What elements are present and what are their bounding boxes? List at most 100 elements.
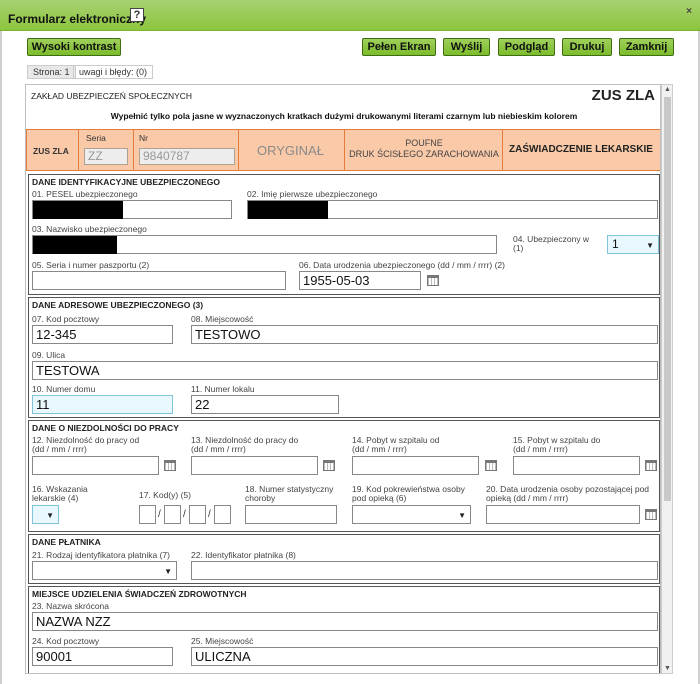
help-icon[interactable]: ?	[130, 8, 144, 22]
section-payer: DANE PŁATNIKA 21. Rodzaj identyfikatora …	[28, 534, 660, 584]
codes-label: 17. Kod(y) (5)	[139, 490, 191, 500]
incapacity-to-label: 13. Niezdolność do pracy do (dd / mm / rr…	[191, 435, 299, 454]
pesel-label: 01. PESEL ubezpieczonego	[32, 189, 138, 199]
facility-postcode-label: 24. Kod pocztowy	[32, 636, 100, 646]
form-code: ZUS ZLA	[591, 87, 655, 104]
chevron-down-icon: ▼	[646, 241, 654, 250]
insured-in-label: 04. Ubezpieczony w (1)	[513, 234, 590, 253]
section-identification: DANE IDENTYFIKACYJNE UBEZPIECZONEGO 01. …	[28, 174, 660, 295]
postcode-field[interactable]: 12-345	[32, 325, 173, 344]
window-title: Formularz elektroniczny	[8, 12, 147, 26]
section-title: DANE O NIEZDOLNOŚCI DO PRACY	[32, 423, 179, 433]
tab-page[interactable]: Strona: 1	[27, 65, 76, 79]
postcode-label: 07. Kod pocztowy	[32, 314, 100, 324]
code-field-3[interactable]	[189, 505, 206, 524]
apartment-label: 11. Numer lokalu	[191, 384, 255, 394]
birthdate-field[interactable]: 1955-05-03	[299, 271, 421, 290]
redaction-block	[33, 236, 117, 254]
payer-id-field[interactable]	[191, 561, 658, 580]
close-icon[interactable]: ×	[686, 6, 692, 17]
form-document: ZAKŁAD UBEZPIECZEŃ SPOŁECZNYCH ZUS ZLA W…	[25, 84, 661, 674]
medical-indications-select[interactable]: ▼	[32, 505, 59, 524]
code-field-1[interactable]	[139, 505, 156, 524]
statistical-number-field[interactable]	[245, 505, 337, 524]
chevron-down-icon: ▼	[164, 567, 172, 576]
section-healthcare-place: MIEJSCE UDZIELENIA ŚWIADCZEŃ ZDROWOTNYCH…	[28, 586, 660, 673]
city-label: 08. Miejscowość	[191, 314, 254, 324]
seria-label: Seria	[86, 133, 106, 143]
redaction-block	[248, 201, 328, 219]
window-titlebar: Formularz elektroniczny ? ×	[0, 0, 700, 31]
chevron-down-icon: ▼	[458, 511, 466, 520]
hospital-to-label: 15. Pobyt w szpitalu do (dd / mm / rrrr)	[513, 435, 601, 454]
original-label: ORYGINAŁ	[257, 143, 324, 158]
house-number-field[interactable]: 11	[32, 395, 173, 414]
calendar-icon[interactable]	[645, 460, 657, 471]
certificate-label: ZAŚWIADCZENIE LEKARSKIE	[509, 144, 653, 155]
preview-button[interactable]: Podgląd	[498, 38, 555, 56]
house-number-label: 10. Numer domu	[32, 384, 96, 394]
calendar-icon[interactable]	[323, 460, 335, 471]
incapacity-from-field[interactable]	[32, 456, 159, 475]
incapacity-to-field[interactable]	[191, 456, 318, 475]
short-name-label: 23. Nazwa skrócona	[32, 601, 110, 611]
calendar-icon[interactable]	[427, 275, 439, 286]
payer-id-type-label: 21. Rodzaj identyfikatora płatnika (7)	[32, 550, 170, 560]
insured-in-select[interactable]: 1 ▼	[607, 235, 659, 254]
street-label: 09. Ulica	[32, 350, 66, 360]
statistical-number-label: 18. Numer statystyczny choroby	[245, 484, 334, 503]
tab-errors[interactable]: uwagi i błędy: (0)	[73, 65, 154, 79]
hospital-from-label: 14. Pobyt w szpitalu od (dd / mm / rrrr)	[352, 435, 440, 454]
section-address: DANE ADRESOWE UBEZPIECZONEGO (3) 07. Kod…	[28, 297, 660, 418]
hospital-from-field[interactable]	[352, 456, 479, 475]
calendar-icon[interactable]	[485, 460, 497, 471]
first-name-label: 02. Imię pierwsze ubezpieczonego	[247, 189, 378, 199]
section-title: DANE IDENTYFIKACYJNE UBEZPIECZONEGO	[32, 177, 220, 187]
incapacity-from-label: 12. Niezdolność do pracy od (dd / mm / rr…	[32, 435, 140, 454]
facility-postcode-field[interactable]: 90001	[32, 647, 173, 666]
passport-field[interactable]	[32, 271, 286, 290]
payer-id-label: 22. Identyfikator płatnika (8)	[191, 550, 296, 560]
confidential-label: POUFNE DRUK ŚCISŁEGO ZARACHOWANIA	[349, 138, 499, 159]
close-button[interactable]: Zamknij	[619, 38, 674, 56]
high-contrast-button[interactable]: Wysoki kontrast	[27, 38, 121, 56]
header-band: ZUS ZLA Seria ZZ Nr 9840787 ORYGINAŁ POU…	[26, 129, 660, 171]
institution-name: ZAKŁAD UBEZPIECZEŃ SPOŁECZNYCH	[31, 91, 193, 101]
scroll-up-icon[interactable]: ▲	[663, 85, 672, 94]
print-button[interactable]: Drukuj	[562, 38, 612, 56]
scroll-thumb[interactable]	[664, 97, 671, 501]
calendar-icon[interactable]	[645, 509, 657, 520]
fullscreen-button[interactable]: Pełen Ekran	[362, 38, 436, 56]
relationship-code-select[interactable]: ▼	[352, 505, 471, 524]
surname-label: 03. Nazwisko ubezpieczonego	[32, 224, 147, 234]
section-incapacity: DANE O NIEZDOLNOŚCI DO PRACY 12. Niezdol…	[28, 420, 660, 532]
instruction-text: Wypełnić tylko pola jasne w wyznaczonych…	[110, 111, 578, 121]
send-button[interactable]: Wyślij	[443, 38, 490, 56]
calendar-icon[interactable]	[164, 460, 176, 471]
street-field[interactable]: TESTOWA	[32, 361, 658, 380]
redaction-block	[33, 201, 123, 219]
relationship-code-label: 19. Kod pokrewieństwa osoby pod opieką (6…	[352, 484, 465, 503]
chevron-down-icon: ▼	[46, 511, 54, 520]
section-title: DANE ADRESOWE UBEZPIECZONEGO (3)	[32, 300, 204, 310]
code-field-2[interactable]	[164, 505, 181, 524]
nr-label: Nr	[139, 133, 148, 143]
dependent-birthdate-field[interactable]	[486, 505, 640, 524]
seria-field: ZZ	[84, 148, 128, 165]
facility-city-field[interactable]: ULICZNA	[191, 647, 658, 666]
passport-label: 05. Seria i numer paszportu (2)	[32, 260, 150, 270]
code-field-4[interactable]	[214, 505, 231, 524]
section-title: MIEJSCE UDZIELENIA ŚWIADCZEŃ ZDROWOTNYCH	[32, 589, 247, 599]
section-title: DANE PŁATNIKA	[32, 537, 101, 547]
apartment-field[interactable]: 22	[191, 395, 339, 414]
nr-field: 9840787	[139, 148, 235, 165]
vertical-scrollbar[interactable]: ▲ ▼	[661, 84, 673, 674]
birthdate-label: 06. Data urodzenia ubezpieczonego (dd / …	[299, 260, 505, 270]
dependent-birthdate-label: 20. Data urodzenia osoby pozostającej po…	[486, 484, 650, 503]
payer-id-type-select[interactable]: ▼	[32, 561, 177, 580]
facility-city-label: 25. Miejscowość	[191, 636, 254, 646]
scroll-down-icon[interactable]: ▼	[663, 664, 672, 673]
short-name-field[interactable]: NAZWA NZZ	[32, 612, 658, 631]
hospital-to-field[interactable]	[513, 456, 640, 475]
city-field[interactable]: TESTOWO	[191, 325, 658, 344]
